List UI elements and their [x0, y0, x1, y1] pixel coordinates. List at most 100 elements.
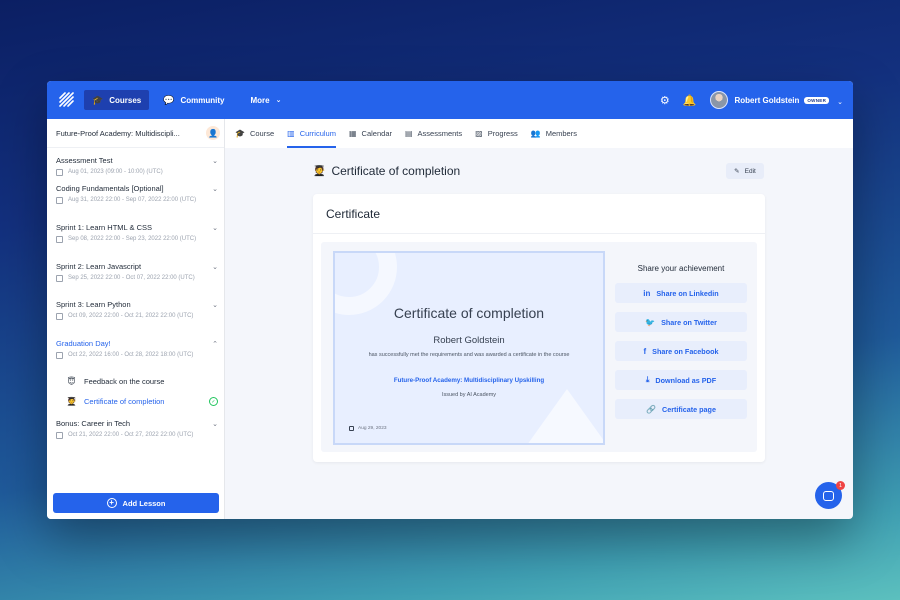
share-panel: Share your achievement in Share on Linke…: [615, 264, 747, 428]
section-date: Sep 25, 2022 22:00 - Oct 07, 2022 22:00 …: [68, 275, 195, 281]
section-coding-fundamentals[interactable]: Coding Fundamentals [Optional] ⌄ Aug 31,…: [56, 184, 218, 205]
share-facebook-button[interactable]: f Share on Facebook: [615, 341, 747, 361]
page-title: Certificate of completion: [331, 164, 461, 178]
facebook-icon: f: [643, 346, 647, 356]
tab-curriculum[interactable]: ▥ Curriculum: [287, 119, 336, 148]
card-title: Certificate: [313, 194, 765, 234]
tab-assessments[interactable]: ▤ Assessments: [405, 119, 462, 148]
section-name: Sprint 3: Learn Python: [56, 300, 131, 309]
chevron-down-icon[interactable]: ⌄: [212, 157, 218, 165]
course-title-row[interactable]: Future-Proof Academy: Multidiscipli... 👤: [47, 119, 224, 148]
bell-icon[interactable]: 🔔: [683, 94, 697, 107]
share-linkedin-button[interactable]: in Share on Linkedin: [615, 283, 747, 303]
certificate-title: Certificate of completion: [393, 305, 545, 321]
nav-more-button[interactable]: More ⌄: [242, 90, 289, 110]
app-logo[interactable]: [59, 92, 75, 108]
curriculum-sidebar: Future-Proof Academy: Multidiscipli... 👤…: [47, 119, 225, 519]
tab-members[interactable]: 👥 Members: [531, 119, 577, 148]
graduation-cap-icon: 🎓: [92, 94, 104, 105]
tab-progress[interactable]: ▨ Progress: [475, 119, 518, 148]
section-name: Bonus: Career in Tech: [56, 419, 131, 428]
section-assessment-test[interactable]: Assessment Test ⌄ Aug 01, 2023 (09:00 - …: [56, 156, 218, 177]
section-name: Sprint 2: Learn Javascript: [56, 262, 142, 271]
share-title: Share your achievement: [637, 264, 725, 273]
share-twitter-button[interactable]: 🐦 Share on Twitter: [615, 312, 747, 332]
certificate-area: Certificate of completion Robert Goldste…: [321, 242, 757, 452]
certificate-page-button[interactable]: 🔗 Certificate page: [615, 399, 747, 419]
certificate-date-text: Aug 29, 2023: [358, 426, 387, 431]
lesson-feedback[interactable]: 😇 Feedback on the course: [66, 376, 218, 387]
nav-courses-button[interactable]: 🎓 Courses: [84, 90, 150, 110]
certificate-date: Aug 29, 2023: [349, 426, 387, 431]
page-header: 🧑‍🎓 Certificate of completion: [313, 164, 460, 178]
calendar-icon: [56, 275, 63, 282]
users-icon: 👥: [530, 129, 541, 138]
add-lesson-button[interactable]: + Add Lesson: [53, 493, 219, 513]
section-date: Aug 31, 2022 22:00 - Sep 07, 2022 22:00 …: [68, 197, 197, 203]
calendar-icon: [56, 432, 63, 439]
section-name: Sprint 1: Learn HTML & CSS: [56, 223, 153, 232]
section-sprint-1[interactable]: Sprint 1: Learn HTML & CSS ⌄ Sep 08, 202…: [56, 223, 218, 244]
calendar-icon: [56, 352, 63, 359]
share-label: Certificate page: [662, 404, 716, 414]
books-icon: ▥: [287, 129, 295, 138]
download-icon: ⤓: [645, 375, 650, 384]
chevron-down-icon[interactable]: ⌄: [212, 420, 218, 428]
chart-icon: ▨: [475, 129, 483, 138]
owner-badge: OWNER: [804, 96, 830, 104]
section-name: Assessment Test: [56, 156, 113, 165]
section-date: Oct 09, 2022 22:00 - Oct 21, 2022 22:00 …: [68, 313, 194, 319]
share-label: Share on Facebook: [652, 346, 719, 356]
section-name: Graduation Day!: [56, 339, 111, 348]
tab-label: Assessments: [417, 129, 463, 138]
tab-label: Course: [249, 129, 275, 138]
twitter-icon: 🐦: [645, 317, 656, 327]
certificate-recipient: Robert Goldstein: [433, 335, 505, 346]
smiling-face-icon: 😇: [67, 377, 76, 386]
section-bonus-career[interactable]: Bonus: Career in Tech ⌄ Oct 21, 2022 22:…: [56, 419, 218, 440]
section-graduation-day[interactable]: Graduation Day! ⌃ Oct 22, 2022 16:00 - O…: [56, 339, 218, 360]
section-sprint-3[interactable]: Sprint 3: Learn Python ⌄ Oct 09, 2022 22…: [56, 300, 218, 321]
graduate-icon: 🧑‍🎓: [66, 397, 77, 406]
add-lesson-label: Add Lesson: [122, 498, 166, 508]
tab-label: Calendar: [361, 129, 392, 138]
notification-badge: 1: [836, 481, 845, 490]
chevron-up-icon[interactable]: ⌃: [212, 340, 218, 348]
chevron-down-icon[interactable]: ⌄: [212, 263, 218, 271]
nav-community-button[interactable]: 💬 Community: [155, 90, 232, 110]
linkedin-icon: in: [643, 288, 651, 298]
plus-circle-icon: +: [106, 498, 117, 508]
section-date: Oct 22, 2022 16:00 - Oct 28, 2022 18:00 …: [68, 352, 194, 358]
graduate-icon: 🧑‍🎓: [313, 165, 326, 177]
lesson-label: Certificate of completion: [84, 397, 165, 406]
section-sprint-2[interactable]: Sprint 2: Learn Javascript ⌄ Sep 25, 202…: [56, 262, 218, 283]
chat-icon: [823, 490, 834, 501]
share-label: Share on Twitter: [661, 317, 717, 327]
certificate-card: Certificate Certificate of completion Ro…: [313, 194, 765, 462]
gear-icon[interactable]: ⚙: [660, 94, 670, 107]
tab-label: Members: [545, 129, 577, 138]
check-circle-icon: ✓: [209, 397, 218, 406]
download-pdf-button[interactable]: ⤓ Download as PDF: [615, 370, 747, 390]
user-icon[interactable]: 👤: [206, 126, 220, 140]
user-menu-chevron-icon[interactable]: ⌄: [837, 98, 843, 106]
calendar-icon: [56, 236, 63, 243]
tab-course[interactable]: 🎓 Course: [235, 119, 274, 148]
certificate-course: Future-Proof Academy: Multidisciplinary …: [393, 377, 545, 384]
chevron-down-icon[interactable]: ⌄: [212, 301, 218, 309]
certificate-issuer: Issued by AI Academy: [441, 392, 497, 398]
edit-label: Edit: [744, 167, 756, 175]
lesson-label: Feedback on the course: [84, 377, 165, 386]
edit-button[interactable]: ✎ Edit: [726, 163, 764, 179]
chevron-down-icon[interactable]: ⌄: [212, 224, 218, 232]
chevron-down-icon[interactable]: ⌄: [212, 185, 218, 193]
lesson-certificate[interactable]: 🧑‍🎓 Certificate of completion ✓: [66, 396, 218, 407]
certificate-description: has successfully met the requirements an…: [368, 352, 570, 358]
calendar-icon: [56, 197, 63, 204]
section-date: Oct 21, 2022 22:00 - Oct 27, 2022 22:00 …: [68, 432, 194, 438]
tab-calendar[interactable]: ▦ Calendar: [349, 119, 392, 148]
certificate-preview[interactable]: Certificate of completion Robert Goldste…: [333, 251, 605, 445]
chevron-down-icon: ⌄: [275, 97, 282, 104]
user-name[interactable]: Robert Goldstein: [734, 96, 799, 105]
avatar[interactable]: [710, 91, 729, 109]
